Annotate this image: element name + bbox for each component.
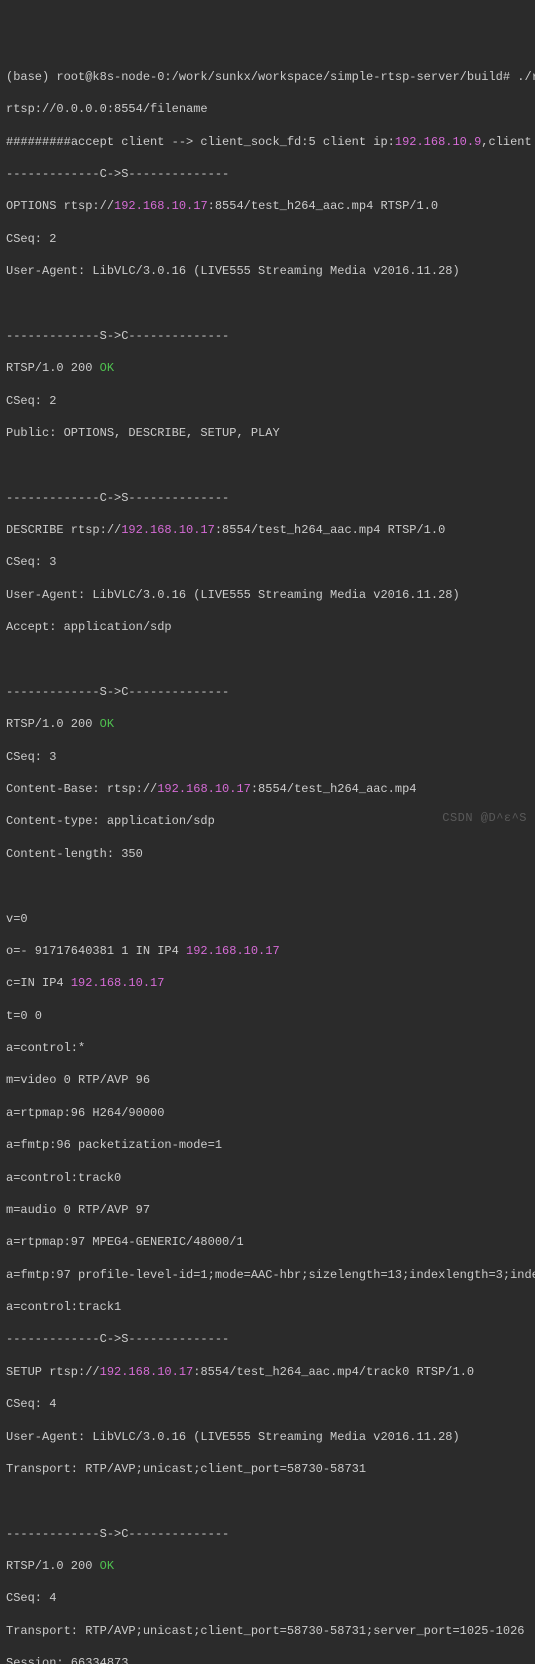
- terminal-output[interactable]: (base) root@k8s-node-0:/work/sunkx/works…: [6, 69, 529, 1664]
- sdp-c: c=IN IP4 192.168.10.17: [6, 975, 529, 991]
- options-ua: User-Agent: LibVLC/3.0.16 (LIVE555 Strea…: [6, 263, 529, 279]
- watermark: CSDN @D^ε^S: [442, 810, 527, 826]
- describe-req: DESCRIBE rtsp://192.168.10.17:8554/test_…: [6, 522, 529, 538]
- client-ip: 192.168.10.9: [395, 135, 481, 149]
- status-ok: OK: [100, 361, 114, 375]
- sep-s2c: -------------S->C--------------: [6, 1526, 529, 1542]
- shell-prompt: (base) root@k8s-node-0:/work/sunkx/works…: [6, 69, 529, 85]
- sep-c2s: -------------C->S--------------: [6, 166, 529, 182]
- setup0-resp-status: RTSP/1.0 200 OK: [6, 1558, 529, 1574]
- server-ip: 192.168.10.17: [114, 199, 208, 213]
- sep-c2s: -------------C->S--------------: [6, 1331, 529, 1347]
- setup0-req: SETUP rtsp://192.168.10.17:8554/test_h26…: [6, 1364, 529, 1380]
- describe-resp-status: RTSP/1.0 200 OK: [6, 716, 529, 732]
- sdp-o: o=- 91717640381 1 IN IP4 192.168.10.17: [6, 943, 529, 959]
- options-cseq: CSeq: 2: [6, 231, 529, 247]
- sdp-v: v=0: [6, 911, 529, 927]
- sep-c2s: -------------C->S--------------: [6, 490, 529, 506]
- options-req: OPTIONS rtsp://192.168.10.17:8554/test_h…: [6, 198, 529, 214]
- listen-line: rtsp://0.0.0.0:8554/filename: [6, 101, 529, 117]
- sep-s2c: -------------S->C--------------: [6, 328, 529, 344]
- options-resp-status: RTSP/1.0 200 OK: [6, 360, 529, 376]
- sep-s2c: -------------S->C--------------: [6, 684, 529, 700]
- accept-line: #########accept client --> client_sock_f…: [6, 134, 529, 150]
